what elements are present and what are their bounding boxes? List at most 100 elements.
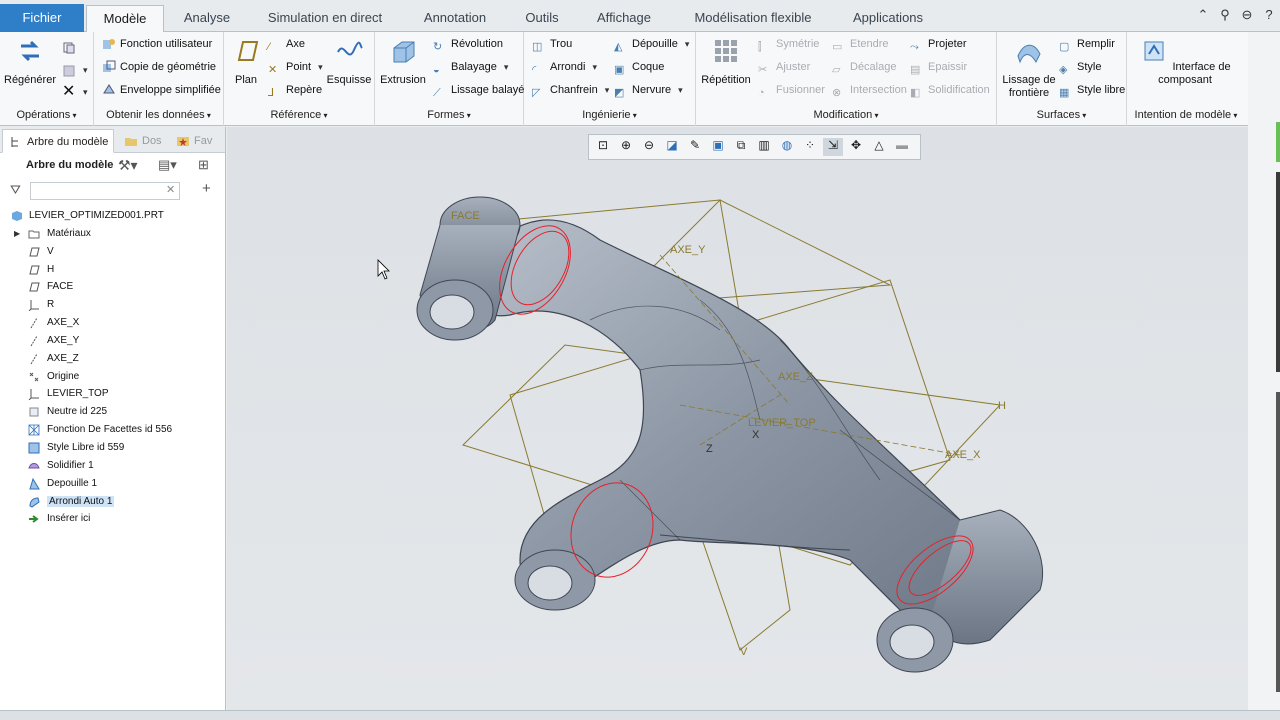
tab-outils[interactable]: Outils — [512, 6, 572, 30]
tree-node[interactable]: Depouille 1 — [0, 475, 224, 493]
filter-icon[interactable]: ⛛ — [10, 182, 21, 198]
style-button[interactable]: ◈ Style — [1059, 57, 1101, 77]
group-label-intention[interactable]: Intention de modèle — [1127, 106, 1245, 124]
plane-v-label[interactable]: V — [740, 646, 748, 658]
tree-columns-icon[interactable]: ▤▾ — [158, 157, 177, 173]
datum-plane-button[interactable]: Plan — [228, 36, 264, 87]
zoom-in-icon[interactable]: ⊕ — [616, 138, 636, 156]
tree-node[interactable]: ▶ Matériaux — [0, 225, 224, 243]
tab-model-tree[interactable]: Arbre du modèle — [2, 129, 114, 153]
boundary-blend-button[interactable]: Lissage de frontière — [999, 36, 1059, 100]
copy-button[interactable] — [62, 38, 76, 58]
plane-h-label[interactable]: H — [998, 400, 1006, 412]
expand-arrow-icon[interactable]: ▶ — [14, 225, 20, 243]
group-label-operations[interactable]: Opérations — [0, 106, 93, 124]
search-icon[interactable]: ⚲ — [1218, 8, 1232, 22]
saved-views-icon[interactable]: ▣ — [708, 138, 728, 156]
levier-top-label[interactable]: LEVIER_TOP — [748, 417, 816, 429]
tree-node[interactable]: Insérer ici — [0, 510, 224, 528]
user-feature-button[interactable]: Fonction utilisateur — [102, 34, 212, 54]
extrusion-button[interactable]: Extrusion — [379, 36, 427, 87]
tree-node[interactable]: AXE_Z — [0, 350, 224, 368]
settings-icon[interactable]: ⊖ — [1240, 8, 1254, 22]
clear-filter-icon[interactable]: ✕ — [166, 183, 175, 196]
tree-node[interactable]: Origine — [0, 368, 224, 386]
tree-node[interactable]: Arrondi Auto 1 — [0, 493, 224, 511]
component-interface-button[interactable]: Interface de composant — [1137, 36, 1233, 87]
tab-affichage[interactable]: Affichage — [584, 6, 664, 30]
tree-node[interactable]: FACE — [0, 278, 224, 296]
regenerate-button[interactable]: Régénérer — [4, 36, 56, 87]
axe-x-label[interactable]: AXE_X — [945, 449, 981, 461]
graphics-viewport[interactable]: FACE AXE_Y AXE_Z AXE_X LEVIER_TOP H V Z … — [227, 127, 1280, 710]
tree-root[interactable]: LEVIER_OPTIMIZED001.PRT — [0, 207, 224, 225]
tab-file[interactable]: Fichier — [0, 4, 84, 32]
shell-button[interactable]: ▣ Coque — [614, 57, 664, 77]
datum-display-icon[interactable]: ⁘ — [800, 138, 820, 156]
axe-z-label[interactable]: AXE_Z — [778, 371, 813, 383]
rib-button[interactable]: ◩ Nervure — [614, 80, 683, 100]
group-label-surfaces[interactable]: Surfaces — [997, 106, 1126, 124]
project-button[interactable]: ⤳ Projeter — [910, 34, 967, 54]
tree-node[interactable]: AXE_X — [0, 314, 224, 332]
tree-node[interactable]: R — [0, 296, 224, 314]
tree-node[interactable]: Fonction De Facettes id 556 — [0, 421, 224, 439]
reorient-icon[interactable]: ✎ — [685, 138, 705, 156]
tree-settings-icon[interactable]: ⚒▾ — [118, 157, 138, 174]
tab-analyse[interactable]: Analyse — [170, 6, 244, 30]
face-label[interactable]: FACE — [451, 210, 480, 222]
offset-button[interactable]: ▱ Décalage — [832, 57, 896, 77]
delete-button[interactable]: ✕ — [62, 82, 88, 102]
tree-node[interactable]: Neutre id 225 — [0, 403, 224, 421]
hole-button[interactable]: ◫ Trou — [532, 34, 572, 54]
group-label-formes[interactable]: Formes — [375, 106, 523, 124]
copy-geometry-button[interactable]: Copie de géométrie — [102, 57, 216, 77]
extend-button[interactable]: ▭ Etendre — [832, 34, 889, 54]
thicken-button[interactable]: ▤ Epaissir — [910, 57, 967, 77]
tree-node[interactable]: LEVIER_TOP — [0, 385, 224, 403]
paste-button[interactable] — [62, 60, 88, 80]
display-style-icon[interactable]: ⧉ — [731, 138, 751, 156]
model-render[interactable]: FACE AXE_Y AXE_Z AXE_X LEVIER_TOP H V Z … — [227, 127, 1280, 710]
zoom-out-icon[interactable]: ⊖ — [639, 138, 659, 156]
tree-node[interactable]: Solidifier 1 — [0, 457, 224, 475]
group-label-get-data[interactable]: Obtenir les données — [94, 106, 223, 124]
draft-button[interactable]: ◭ Dépouille — [614, 34, 689, 54]
group-label-ingenierie[interactable]: Ingénierie — [524, 106, 695, 124]
annotation-display-icon[interactable]: ⇲ — [823, 138, 843, 156]
group-label-reference[interactable]: Référence — [224, 106, 374, 124]
mirror-button[interactable]: ⫿ Symétrie — [758, 34, 819, 54]
tree-node[interactable]: H — [0, 261, 224, 279]
tab-annotation[interactable]: Annotation — [410, 6, 500, 30]
freestyle-button[interactable]: ▦ Style libre — [1059, 80, 1125, 100]
tree-search-input[interactable] — [30, 182, 180, 200]
datum-axis-button[interactable]: ⁄ Axe — [268, 34, 305, 54]
add-filter-icon[interactable]: + — [202, 180, 211, 197]
tab-favorites[interactable]: Fav — [170, 129, 222, 153]
solidify-button[interactable]: ◧ Solidification — [910, 80, 990, 100]
swept-blend-button[interactable]: ⟋ Lissage balayé — [433, 80, 524, 100]
help-icon[interactable]: ? — [1262, 8, 1276, 22]
coordinate-system-button[interactable]: ⅃ Repère — [268, 80, 322, 100]
tab-modelisation-flexible[interactable]: Modélisation flexible — [678, 6, 828, 30]
tree-node[interactable]: Style Libre id 559 — [0, 439, 224, 457]
repaint-icon[interactable]: ◪ — [662, 138, 682, 156]
refit-icon[interactable]: ⊡ — [593, 138, 613, 156]
tab-modele[interactable]: Modèle — [86, 5, 164, 33]
collapse-ribbon-icon[interactable]: ⌃ — [1196, 8, 1210, 22]
fill-button[interactable]: ▢ Remplir — [1059, 34, 1115, 54]
trim-button[interactable]: ✂ Ajuster — [758, 57, 810, 77]
tree-node[interactable]: AXE_Y — [0, 332, 224, 350]
group-label-modification[interactable]: Modification — [696, 106, 996, 124]
sketch-button[interactable]: Esquisse — [326, 36, 372, 87]
axe-y-label[interactable]: AXE_Y — [670, 244, 706, 256]
tab-applications[interactable]: Applications — [838, 6, 938, 30]
sweep-button[interactable]: ◒ Balayage — [433, 57, 508, 77]
spin-center-icon[interactable]: ✥ — [846, 138, 866, 156]
tree-filter-options-icon[interactable]: ⊞ — [198, 157, 209, 173]
chamfer-button[interactable]: ◸ Chanfrein — [532, 80, 609, 100]
intersect-button[interactable]: ⊗ Intersection — [832, 80, 907, 100]
tab-simulation[interactable]: Simulation en direct — [254, 6, 396, 30]
merge-button[interactable]: ◔ Fusionner — [758, 80, 825, 100]
tab-folder-browser[interactable]: Dos — [118, 129, 166, 153]
